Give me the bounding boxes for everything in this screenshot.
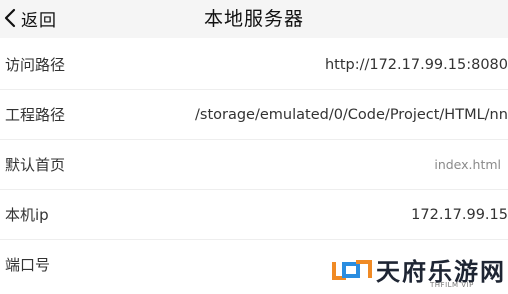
row-label: 默认首页 [5,156,66,174]
row-local-ip[interactable]: 本机ip 172.17.99.15 [0,190,508,240]
default-homepage-value: index.html [434,157,501,172]
row-label: 端口号 [5,256,51,274]
local-ip-value: 172.17.99.15 [411,207,508,223]
page-title: 本地服务器 [203,8,304,30]
watermark: 天府乐游网 THFILM VIP [330,248,508,294]
row-project-path[interactable]: 工程路径 /storage/emulated/0/Code/Project/HT… [0,90,508,140]
row-label: 访问路径 [5,56,66,74]
watermark-subtext: THFILM VIP [430,281,474,289]
project-path-value: /storage/emulated/0/Code/Project/HTML/nn [195,107,508,123]
access-path-value: http://172.17.99.15:8080 [324,57,508,73]
screen: 返回 本地服务器 访问路径 http://172.17.99.15:8080 工… [0,0,508,294]
row-default-homepage[interactable]: 默认首页 index.html [0,140,508,190]
row-label: 本机ip [5,206,49,224]
row-access-path[interactable]: 访问路径 http://172.17.99.15:8080 [0,40,508,90]
title-bar: 返回 本地服务器 [0,0,508,38]
row-label: 工程路径 [5,106,66,124]
watermark-logo-icon [332,254,372,290]
